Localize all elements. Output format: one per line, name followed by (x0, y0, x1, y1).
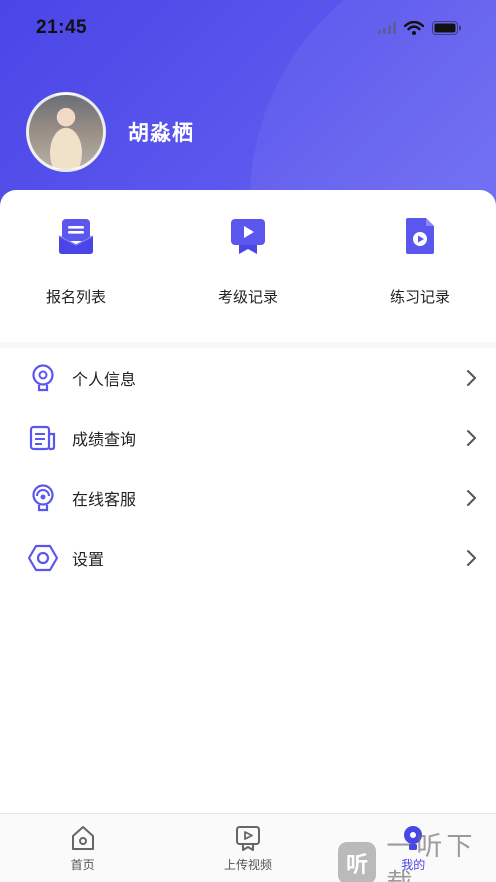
username: 胡淼栖 (128, 122, 194, 145)
status-bar: 21:45 (0, 0, 496, 56)
document-list-icon (29, 425, 56, 451)
quick-actions-card: 报名列表 考级记录 练习记录 (0, 190, 496, 342)
menu-item-score-query[interactable]: 成绩查询 (0, 408, 496, 468)
quick-action-signup-list[interactable]: 报名列表 (20, 216, 132, 342)
tab-home[interactable]: 首页 (23, 824, 143, 873)
upload-video-icon (235, 826, 260, 851)
profile-block[interactable]: 胡淼栖 (26, 92, 194, 172)
watermark-text: 一听下载 (386, 831, 477, 882)
settings-menu: 个人信息 成绩查询 在线客服 设置 (0, 348, 496, 588)
menu-item-settings[interactable]: 设置 (0, 528, 496, 588)
tab-label: 首页 (70, 858, 95, 872)
menu-item-label: 个人信息 (72, 372, 137, 389)
home-icon (71, 826, 94, 850)
quick-action-grading-records[interactable]: 考级记录 (192, 216, 304, 342)
avatar[interactable] (26, 92, 106, 172)
tab-upload-video[interactable]: 上传视频 (188, 824, 308, 873)
lightbulb-icon (32, 364, 54, 392)
quick-action-label: 考级记录 (217, 289, 278, 306)
chevron-right-icon (467, 430, 476, 446)
menu-item-personal-info[interactable]: 个人信息 (0, 348, 496, 408)
envelope-list-icon (58, 219, 94, 254)
status-time: 21:45 (36, 17, 88, 38)
quick-action-practice-records[interactable]: 练习记录 (364, 216, 476, 342)
menu-item-label: 在线客服 (72, 492, 137, 509)
quick-action-label: 报名列表 (45, 289, 106, 306)
video-play-ribbon-icon (231, 219, 265, 254)
quick-action-label: 练习记录 (389, 289, 450, 306)
watermark: 听 一听下载 (338, 826, 496, 882)
wifi-icon (404, 21, 424, 35)
tab-label: 上传视频 (223, 858, 272, 872)
video-file-icon (406, 218, 434, 254)
menu-item-online-service[interactable]: 在线客服 (0, 468, 496, 528)
chevron-right-icon (467, 490, 476, 506)
watermark-logo: 听 (338, 842, 377, 882)
hexagon-gear-icon (28, 544, 58, 572)
status-icons (378, 21, 462, 35)
chevron-right-icon (467, 550, 476, 566)
headset-icon (32, 484, 54, 512)
menu-item-label: 成绩查询 (72, 432, 137, 449)
signal-icon (378, 22, 396, 34)
empty-content-area (0, 588, 496, 813)
battery-icon (432, 21, 461, 35)
menu-item-label: 设置 (72, 552, 105, 569)
chevron-right-icon (467, 370, 476, 386)
